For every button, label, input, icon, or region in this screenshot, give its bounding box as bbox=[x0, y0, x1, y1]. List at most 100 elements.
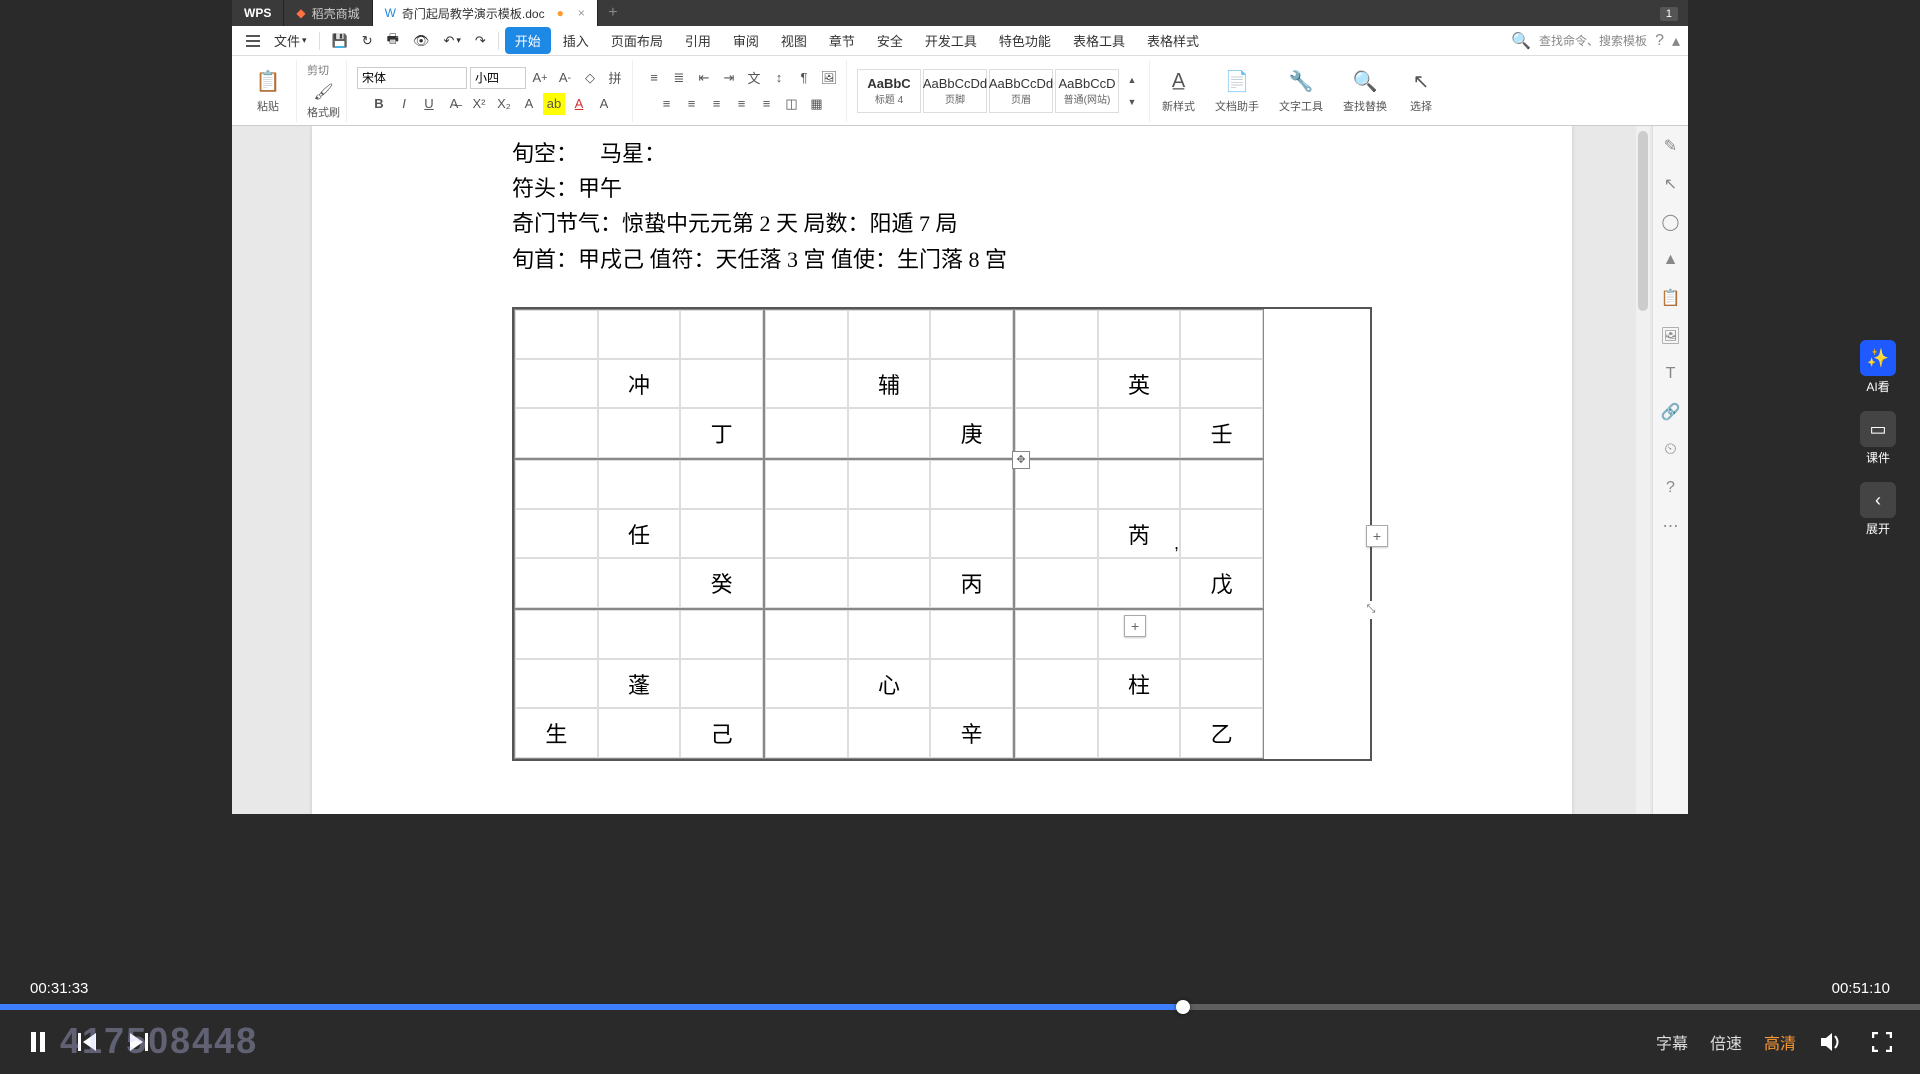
ribbon-tab-review[interactable]: 审阅 bbox=[723, 27, 769, 54]
style-scroll-down[interactable]: ▼ bbox=[1121, 91, 1143, 113]
sync-button[interactable]: ↻ bbox=[356, 29, 379, 53]
hamburger-menu[interactable] bbox=[240, 31, 266, 51]
font-name-select[interactable] bbox=[357, 67, 467, 89]
align-center-button[interactable]: ≡ bbox=[681, 93, 703, 115]
find-replace-button[interactable]: 🔍 查找替换 bbox=[1335, 68, 1395, 114]
quality-button[interactable]: 高清 bbox=[1764, 1030, 1796, 1054]
border-button[interactable]: ▦ bbox=[806, 93, 828, 115]
highlight-button[interactable]: ab bbox=[543, 93, 565, 115]
subtitle-button[interactable]: 字幕 bbox=[1656, 1030, 1688, 1054]
ribbon-tab-devtools[interactable]: 开发工具 bbox=[915, 27, 987, 54]
pencil-icon[interactable]: ✎ bbox=[1661, 136, 1681, 156]
courseware-button[interactable]: ▭ 课件 bbox=[1860, 411, 1896, 466]
text-direction-button[interactable]: 文 bbox=[743, 67, 765, 89]
shading-button[interactable]: ◫ bbox=[781, 93, 803, 115]
ribbon-tab-layout[interactable]: 页面布局 bbox=[601, 27, 673, 54]
scroll-thumb[interactable] bbox=[1638, 131, 1648, 311]
collapse-ribbon-icon[interactable]: ▴ bbox=[1672, 31, 1680, 51]
fullscreen-button[interactable] bbox=[1868, 1028, 1896, 1056]
subscript-button[interactable]: X₂ bbox=[493, 93, 515, 115]
volume-button[interactable] bbox=[1818, 1028, 1846, 1056]
italic-button[interactable]: I bbox=[393, 93, 415, 115]
ribbon-tab-tabletools[interactable]: 表格工具 bbox=[1063, 27, 1135, 54]
strikethrough-button[interactable]: A̶ bbox=[443, 93, 465, 115]
palace-4[interactable]: 冲 丁 bbox=[514, 309, 764, 459]
style-footer[interactable]: AaBbCcDd 页脚 bbox=[923, 69, 987, 113]
image-icon[interactable]: 🖼 bbox=[1661, 326, 1681, 346]
undo-button[interactable]: ↶ ▾ bbox=[437, 29, 466, 53]
text-effect-button[interactable]: A bbox=[518, 93, 540, 115]
progress-bar[interactable] bbox=[0, 1004, 1920, 1010]
align-distribute-button[interactable]: ≡ bbox=[756, 93, 778, 115]
palace-9[interactable]: 辅 庚 bbox=[764, 309, 1014, 459]
qimen-grid[interactable]: 冲 丁 辅 庚 英 壬 bbox=[512, 307, 1372, 761]
text-icon[interactable]: T bbox=[1661, 364, 1681, 384]
underline-button[interactable]: U bbox=[418, 93, 440, 115]
paragraph-spacing-button[interactable]: ¶ bbox=[793, 67, 815, 89]
file-menu[interactable]: 文件 ▾ bbox=[268, 27, 313, 54]
document-page[interactable]: 旬空： 马星： 符头：甲午 奇门节气：惊蛰中元元第 2 天 局数：阳遁 7 局 … bbox=[312, 126, 1572, 814]
clear-format-button[interactable]: ◇ bbox=[579, 67, 601, 89]
bold-button[interactable]: B bbox=[368, 93, 390, 115]
clipboard-icon[interactable]: 📋 bbox=[1661, 288, 1681, 308]
tab-close-button[interactable]: × bbox=[578, 6, 585, 20]
align-justify-button[interactable]: ≡ bbox=[731, 93, 753, 115]
decrease-indent-button[interactable]: ⇤ bbox=[693, 67, 715, 89]
link-icon[interactable]: 🔗 bbox=[1661, 402, 1681, 422]
style-heading4[interactable]: AaBbC 标题 4 bbox=[857, 69, 921, 113]
paste-button[interactable]: 📋 粘贴 bbox=[246, 68, 290, 114]
help-icon[interactable]: ? bbox=[1655, 32, 1664, 50]
style-normal-web[interactable]: AaBbCcD 普通(网站) bbox=[1055, 69, 1119, 113]
redo-button[interactable]: ↷ bbox=[469, 29, 492, 53]
bucket-icon[interactable]: ▲ bbox=[1661, 250, 1681, 270]
cut-button[interactable]: 剪切 bbox=[307, 62, 329, 78]
ribbon-tab-insert[interactable]: 插入 bbox=[553, 27, 599, 54]
more-icon[interactable]: ⋯ bbox=[1661, 516, 1681, 536]
print-button[interactable]: 🖶 bbox=[381, 26, 405, 56]
tab-store[interactable]: ◆ 稻壳商城 bbox=[284, 0, 372, 26]
table-resize-handle[interactable]: ⤡ bbox=[1362, 601, 1380, 619]
ribbon-tab-security[interactable]: 安全 bbox=[867, 27, 913, 54]
ribbon-tab-chapter[interactable]: 章节 bbox=[819, 27, 865, 54]
insert-image-button[interactable]: 🖼 bbox=[818, 67, 840, 89]
palace-1[interactable]: 心 辛 bbox=[764, 609, 1014, 759]
format-brush-button[interactable]: 🖌 格式刷 bbox=[307, 82, 340, 120]
pause-button[interactable] bbox=[24, 1028, 52, 1056]
add-column-button[interactable]: + bbox=[1366, 525, 1388, 547]
decrease-font-button[interactable]: A- bbox=[554, 67, 576, 89]
palace-7[interactable]: 芮 戊 bbox=[1014, 459, 1264, 609]
select-arrow-icon[interactable]: ↖ bbox=[1661, 174, 1681, 194]
select-button[interactable]: ↖ 选择 bbox=[1399, 68, 1443, 114]
align-right-button[interactable]: ≡ bbox=[706, 93, 728, 115]
palace-8[interactable]: 蓬 生己 bbox=[514, 609, 764, 759]
shapes-icon[interactable]: ◯ bbox=[1661, 212, 1681, 232]
style-header[interactable]: AaBbCcDd 页眉 bbox=[989, 69, 1053, 113]
add-row-button[interactable]: + bbox=[1124, 615, 1146, 637]
palace-3[interactable]: 任 癸 bbox=[514, 459, 764, 609]
palace-5[interactable]: 丙 bbox=[764, 459, 1014, 609]
tab-document[interactable]: W 奇门起局教学演示模板.doc ● × bbox=[373, 0, 598, 26]
increase-indent-button[interactable]: ⇥ bbox=[718, 67, 740, 89]
style-scroll-up[interactable]: ▲ bbox=[1121, 69, 1143, 91]
ribbon-tab-reference[interactable]: 引用 bbox=[675, 27, 721, 54]
new-tab-button[interactable]: + bbox=[598, 4, 628, 22]
progress-handle[interactable] bbox=[1176, 1000, 1190, 1014]
clock-icon[interactable]: ⏲ bbox=[1661, 440, 1681, 460]
line-spacing-button[interactable]: ↕ bbox=[768, 67, 790, 89]
superscript-button[interactable]: X² bbox=[468, 93, 490, 115]
search-icon[interactable]: 🔍 bbox=[1511, 31, 1531, 51]
ribbon-tab-tablestyle[interactable]: 表格样式 bbox=[1137, 27, 1209, 54]
palace-2[interactable]: 英 壬 bbox=[1014, 309, 1264, 459]
expand-button[interactable]: ‹ 展开 bbox=[1860, 482, 1896, 537]
doc-assist-button[interactable]: 📄 文档助手 bbox=[1207, 68, 1267, 114]
tab-wps-home[interactable]: WPS bbox=[232, 0, 284, 26]
speed-button[interactable]: 倍速 bbox=[1710, 1030, 1742, 1054]
table-move-handle[interactable]: ✥ bbox=[1012, 451, 1030, 469]
save-button[interactable]: 💾 bbox=[326, 29, 354, 53]
tab-notification-badge[interactable]: 1 bbox=[1660, 7, 1678, 21]
font-size-select[interactable] bbox=[470, 67, 526, 89]
char-border-button[interactable]: A bbox=[593, 93, 615, 115]
font-color-button[interactable]: A bbox=[568, 93, 590, 115]
ai-watch-button[interactable]: ✨ AI看 bbox=[1860, 340, 1896, 395]
search-placeholder[interactable]: 查找命令、搜索模板 bbox=[1539, 32, 1647, 49]
